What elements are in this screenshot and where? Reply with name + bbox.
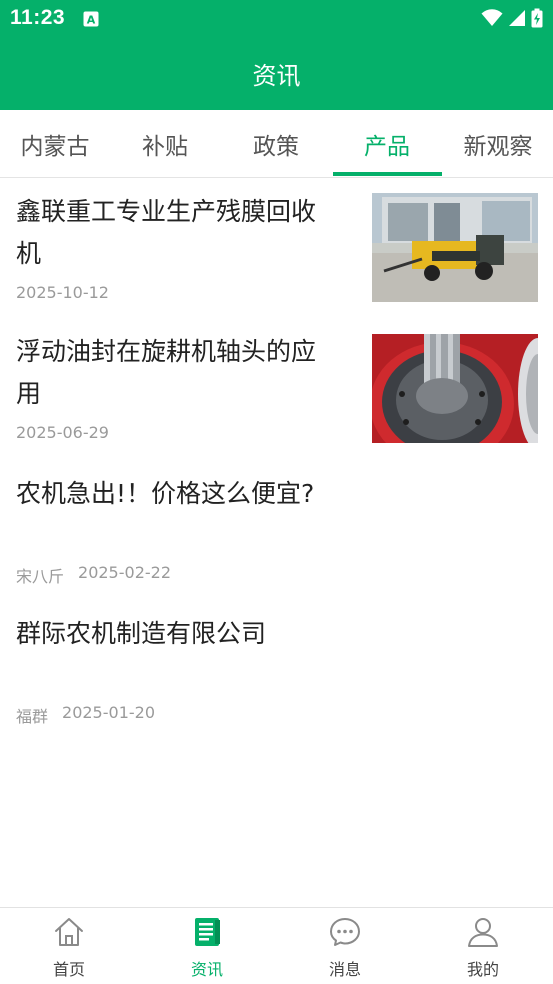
tab-chanpin[interactable]: 产品: [332, 110, 442, 177]
news-source: 宋八斤: [16, 567, 65, 586]
nav-label: 资讯: [190, 960, 223, 979]
svg-text:A: A: [87, 14, 96, 27]
nav-item-news[interactable]: 资讯: [138, 908, 276, 984]
news-source: 福群: [16, 707, 49, 726]
news-title-line: 用: [16, 379, 42, 408]
news-title: 鑫联重工专业生产残膜回收 机: [16, 191, 316, 275]
news-item[interactable]: 群际农机制造有限公司 福群 2025-01-20: [0, 601, 553, 741]
tab-xinguancha[interactable]: 新观察: [443, 110, 553, 177]
news-icon: [195, 918, 220, 946]
news-title: 浮动油封在旋耕机轴头的应 用: [16, 331, 316, 415]
news-date: 2025-02-22: [78, 563, 171, 582]
news-title-line: 浮动油封在旋耕机轴头的应: [16, 337, 317, 366]
news-title: 农机急出!！价格这么便宜?: [16, 473, 314, 515]
home-icon: [55, 918, 83, 946]
news-title-line: 农机急出!！价格这么便宜?: [16, 479, 315, 508]
news-date: 2025-01-20: [62, 703, 155, 722]
bottom-nav: 首页 资讯 消息 我的: [0, 907, 553, 984]
tab-zhengce[interactable]: 政策: [221, 110, 331, 177]
nav-label: 首页: [52, 960, 85, 979]
profile-icon: [468, 918, 498, 947]
news-item[interactable]: 浮动油封在旋耕机轴头的应 用 2025-06-29: [0, 319, 553, 461]
news-item[interactable]: 农机急出!！价格这么便宜? 宋八斤 2025-02-22: [0, 461, 553, 601]
status-icons: [481, 8, 543, 28]
app-bar: 资讯: [0, 36, 553, 110]
tab-neimenggu[interactable]: 内蒙古: [0, 110, 110, 177]
oil-seal-photo: [372, 334, 538, 443]
news-meta: 宋八斤 2025-02-22: [16, 563, 171, 587]
wifi-icon: [481, 9, 503, 26]
nav-item-profile[interactable]: 我的: [414, 908, 552, 984]
tab-label: 补贴: [142, 133, 188, 160]
news-title-line: 群际农机制造有限公司: [16, 619, 267, 648]
news-title: 群际农机制造有限公司: [16, 613, 266, 655]
message-icon: [330, 918, 360, 946]
news-date: 2025-06-29: [16, 423, 109, 442]
news-meta: 2025-10-12: [16, 283, 109, 302]
status-time: 11:23: [10, 6, 66, 29]
tab-butie[interactable]: 补贴: [110, 110, 220, 177]
news-title-line: 鑫联重工专业生产残膜回收: [16, 197, 317, 226]
tab-label: 内蒙古: [20, 133, 90, 160]
active-tab-indicator: [333, 172, 442, 176]
baler-machine-photo: [372, 193, 538, 302]
news-meta: 福群 2025-01-20: [16, 703, 155, 727]
news-date: 2025-10-12: [16, 283, 109, 302]
a-notification-icon: A: [83, 11, 99, 27]
news-thumbnail: [372, 334, 538, 443]
news-meta: 2025-06-29: [16, 423, 109, 442]
news-item[interactable]: 鑫联重工专业生产残膜回收 机 2025-10-12: [0, 179, 553, 319]
nav-item-messages[interactable]: 消息: [276, 908, 414, 984]
nav-label: 消息: [328, 960, 361, 979]
news-title-line: 机: [16, 239, 42, 268]
category-tabs: 内蒙古 补贴 政策 产品 新观察: [0, 110, 553, 178]
page-title: 资讯: [252, 61, 301, 90]
tab-label: 新观察: [463, 133, 533, 160]
signal-icon: [509, 10, 525, 26]
nav-label: 我的: [466, 960, 499, 979]
news-thumbnail: [372, 193, 538, 302]
nav-item-home[interactable]: 首页: [0, 908, 138, 984]
status-bar: 11:23 A: [0, 0, 553, 36]
tab-label: 产品: [364, 133, 410, 160]
battery-charging-icon: [531, 8, 543, 28]
tab-label: 政策: [253, 133, 299, 160]
